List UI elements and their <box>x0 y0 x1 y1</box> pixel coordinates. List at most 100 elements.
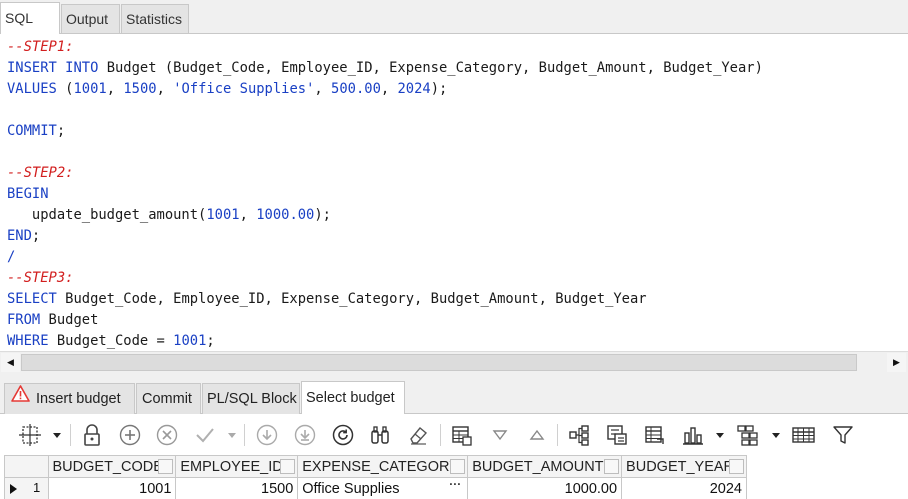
grid-select-icon[interactable] <box>18 423 42 447</box>
code-line: INSERT INTO Budget (Budget_Code, Employe… <box>7 58 763 79</box>
column-header-budget-amount[interactable]: BUDGET_AMOUNT <box>467 455 623 478</box>
toolbar-separator <box>440 424 441 446</box>
splitter[interactable] <box>0 372 908 380</box>
tab-select-budget[interactable]: Select budget <box>301 381 405 415</box>
warning-icon <box>11 383 30 413</box>
find-icon[interactable] <box>368 423 392 447</box>
cell-budget-amount[interactable]: 1000.00 <box>467 477 623 499</box>
code-token: --STEP3: <box>7 270 74 286</box>
row-indicator[interactable]: 1 <box>4 477 49 499</box>
last-record-icon[interactable] <box>293 423 317 447</box>
cell-budget-code[interactable]: 1001 <box>47 477 177 499</box>
cell-expense-category[interactable]: Office Supplies ··· <box>297 477 469 499</box>
code-token: , <box>314 81 332 97</box>
code-line: --STEP3: <box>7 268 73 289</box>
refresh-icon[interactable] <box>331 423 355 447</box>
group-icon[interactable] <box>737 423 761 447</box>
column-header-budget-code[interactable]: BUDGET_CODE <box>47 455 177 478</box>
code-token: BEGIN <box>7 186 49 202</box>
code-token: COMMIT <box>7 123 57 139</box>
grid-toolbar <box>0 414 908 455</box>
toolbar-separator <box>244 424 245 446</box>
code-line: --STEP1: <box>7 37 73 58</box>
code-line: --STEP2: <box>7 163 73 184</box>
column-header-budget-year[interactable]: BUDGET_YEAR <box>621 455 747 478</box>
record-view-icon[interactable] <box>605 423 629 447</box>
code-token: SELECT <box>7 291 57 307</box>
delete-record-icon[interactable] <box>155 423 179 447</box>
pivot-icon[interactable] <box>643 423 667 447</box>
grid-corner[interactable] <box>4 455 49 478</box>
cell-employee-id[interactable]: 1500 <box>175 477 299 499</box>
code-token: , <box>380 81 398 97</box>
code-token: update_budget_amount( <box>7 207 207 223</box>
code-token: , <box>156 81 174 97</box>
code-line: / <box>7 247 15 268</box>
post-changes-icon[interactable] <box>193 423 217 447</box>
code-token: 1001 <box>173 333 207 349</box>
horizontal-scrollbar[interactable]: ◀ ▶ <box>0 351 908 372</box>
scroll-right-button[interactable]: ▶ <box>887 353 906 372</box>
code-token: --STEP2: <box>7 165 74 181</box>
tab-statistics[interactable]: Statistics <box>121 4 189 33</box>
code-token: , <box>239 207 257 223</box>
chevron-down-icon[interactable] <box>716 433 724 438</box>
code-line: VALUES (1001, 1500, 'Office Supplies', 5… <box>7 79 447 100</box>
filter-icon[interactable] <box>831 423 855 447</box>
result-tab-bar: Insert budget Commit PL/SQL Block Select… <box>0 380 908 415</box>
table-view-icon[interactable] <box>792 423 816 447</box>
code-token: Budget <box>40 312 99 328</box>
tab-plsql-block[interactable]: PL/SQL Block <box>202 383 300 414</box>
column-menu-button[interactable] <box>729 459 744 474</box>
cell-budget-year[interactable]: 2024 <box>621 477 747 499</box>
code-line: SELECT Budget_Code, Employee_ID, Expense… <box>7 289 647 310</box>
add-record-icon[interactable] <box>118 423 142 447</box>
lock-icon[interactable] <box>80 423 104 447</box>
code-token: ; <box>206 333 215 349</box>
chevron-down-icon[interactable] <box>772 433 780 438</box>
chart-icon[interactable] <box>681 423 705 447</box>
sort-descending-icon[interactable] <box>488 423 512 447</box>
sql-editor[interactable]: --STEP1: INSERT INTO Budget (Budget_Code,… <box>0 33 908 351</box>
chevron-down-icon[interactable] <box>53 433 61 438</box>
chevron-down-icon[interactable] <box>228 433 236 438</box>
scroll-left-button[interactable]: ◀ <box>1 353 20 372</box>
column-menu-button[interactable] <box>280 459 296 474</box>
code-token: 'Office Supplies' <box>173 81 315 97</box>
code-token: --STEP1: <box>7 39 74 55</box>
code-token: VALUES <box>7 81 57 97</box>
column-menu-button[interactable] <box>158 459 174 474</box>
code-token: ; <box>31 228 41 244</box>
first-record-icon[interactable] <box>255 423 279 447</box>
result-grid[interactable]: BUDGET_CODE EMPLOYEE_ID EXPENSE_CATEGORY… <box>4 455 747 499</box>
code-line: COMMIT; <box>7 121 65 142</box>
tab-insert-budget[interactable]: Insert budget <box>4 383 135 414</box>
tree-icon[interactable] <box>567 423 591 447</box>
clear-icon[interactable] <box>406 423 430 447</box>
column-menu-button[interactable] <box>450 459 466 474</box>
code-token: INTO <box>65 60 99 76</box>
code-token: INSERT <box>7 60 57 76</box>
toolbar-separator <box>557 424 558 446</box>
column-header-expense-category[interactable]: EXPENSE_CATEGORY <box>297 455 469 478</box>
toolbar-separator <box>70 424 71 446</box>
code-token: ( <box>56 81 74 97</box>
code-line: FROM Budget <box>7 310 98 331</box>
code-token: 2024 <box>397 81 431 97</box>
code-line: WHERE Budget_Code = 1001; <box>7 331 215 351</box>
sort-ascending-icon[interactable] <box>525 423 549 447</box>
code-line: END; <box>7 226 40 247</box>
tab-commit[interactable]: Commit <box>136 383 201 414</box>
export-icon[interactable] <box>450 423 474 447</box>
code-token: ); <box>314 207 331 223</box>
ellipsis-button[interactable]: ··· <box>449 479 461 492</box>
code-token: ; <box>56 123 66 139</box>
grid-header-row: BUDGET_CODE EMPLOYEE_ID EXPENSE_CATEGORY… <box>4 455 747 478</box>
scrollbar-thumb[interactable] <box>21 354 857 371</box>
table-row[interactable]: 1 1001 1500 Office Supplies ··· 1000.00 2… <box>4 477 747 499</box>
column-menu-button[interactable] <box>604 459 620 474</box>
tab-sql[interactable]: SQL <box>0 2 60 34</box>
column-header-employee-id[interactable]: EMPLOYEE_ID <box>175 455 299 478</box>
tab-output[interactable]: Output <box>61 4 120 33</box>
